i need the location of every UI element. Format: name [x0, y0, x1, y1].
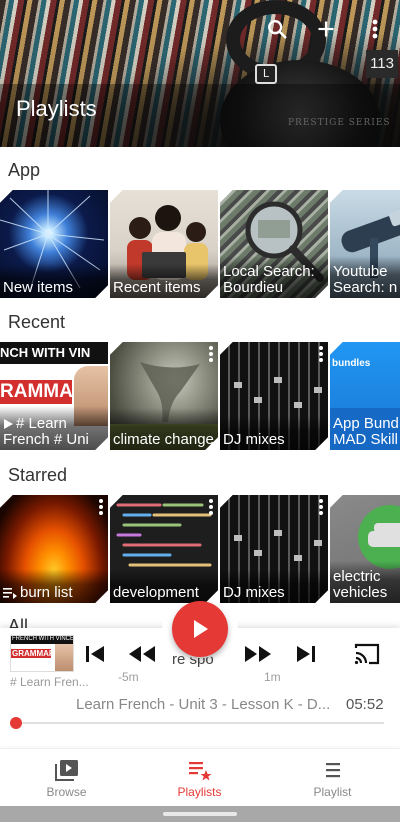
- tile-caption: Recent items: [113, 279, 201, 296]
- tile-caption: development: [113, 584, 199, 601]
- tile-caption: New items: [3, 279, 74, 296]
- header: PRESTIGE SERIES L Playlists 113: [0, 0, 400, 147]
- app-row: New items Recent items Local Search: Bou…: [0, 190, 400, 298]
- more-vert-icon: [372, 19, 378, 39]
- play-button[interactable]: [172, 601, 228, 657]
- thumb-grammar-word: GRAMMAR: [12, 649, 55, 658]
- search-button[interactable]: [262, 14, 292, 44]
- tile-caption: # Learn French # Uni: [3, 415, 89, 448]
- skip-previous-icon: [86, 646, 104, 662]
- nav-label: Browse: [46, 785, 87, 799]
- item-count-badge: 113: [366, 50, 398, 78]
- starred-row: burn list development DJ mixes electric …: [0, 495, 400, 603]
- play-icon: [194, 620, 208, 638]
- track-title: Learn French - Unit 3 - Lesson K - D...: [76, 696, 331, 713]
- forward-label: 1m: [264, 670, 281, 684]
- nav-label: Playlist: [313, 785, 352, 799]
- rewind-label: -5m: [118, 670, 139, 684]
- skip-next-button[interactable]: [293, 641, 319, 667]
- thumb-face: [55, 644, 73, 671]
- progress-knob[interactable]: [10, 717, 22, 729]
- fast-forward-button[interactable]: [243, 641, 273, 667]
- tile-recent-items[interactable]: Recent items: [110, 190, 218, 298]
- playlist-icon: [326, 763, 340, 778]
- tile-burn-list[interactable]: burn list: [0, 495, 108, 603]
- tile-caption: electric vehicles: [333, 568, 388, 601]
- tile-new-items[interactable]: New items: [0, 190, 108, 298]
- cast-icon: [354, 643, 380, 665]
- tile-dj-mixes[interactable]: DJ mixes: [220, 342, 328, 450]
- section-label-recent: Recent: [8, 312, 66, 332]
- progress-bar[interactable]: [10, 717, 384, 729]
- track-duration: 05:52: [346, 696, 384, 713]
- tile-learn-french[interactable]: NCH WITH VIN RAMMAR # Learn French # Uni: [0, 342, 108, 450]
- thumb-top-text: FRENCH WITH VINCENT: [12, 636, 74, 642]
- tile-caption: Local Search: Bourdieu: [223, 263, 315, 296]
- browse-icon: [55, 760, 78, 781]
- now-playing-thumbnail[interactable]: FRENCH WITH VINCENT GRAMMAR: [10, 635, 74, 672]
- tile-menu-button[interactable]: [318, 346, 324, 364]
- bundles-text: bundles: [332, 358, 371, 369]
- tile-caption: App Bund MAD Skill: [333, 415, 399, 448]
- add-playlist-button[interactable]: [311, 14, 341, 44]
- tile-electric-vehicles[interactable]: electric vehicles: [330, 495, 400, 603]
- system-gesture-bar: [0, 806, 400, 822]
- tile-menu-button[interactable]: [98, 499, 104, 517]
- headphone-tag: L: [255, 64, 277, 84]
- rewind-button[interactable]: [127, 641, 157, 667]
- grammar-top-text: NCH WITH VIN: [0, 345, 91, 360]
- tile-local-search[interactable]: Local Search: Bourdieu: [220, 190, 328, 298]
- tile-climate-change[interactable]: climate change: [110, 342, 218, 450]
- tile-app-bundles[interactable]: bundles App Bund MAD Skill: [330, 342, 400, 450]
- recent-row: NCH WITH VIN RAMMAR # Learn French # Uni…: [0, 342, 400, 450]
- add-icon: [318, 21, 334, 37]
- skip-previous-button[interactable]: [82, 641, 108, 667]
- bottom-navigation: Browse Playlists Playlist: [0, 748, 400, 806]
- nav-label: Playlists: [177, 785, 222, 799]
- gesture-handle[interactable]: [163, 812, 237, 816]
- fast-forward-icon: [245, 646, 271, 662]
- nav-playlist[interactable]: Playlist: [266, 749, 399, 807]
- page-title: Playlists: [16, 96, 97, 121]
- tile-caption: burn list: [3, 585, 106, 601]
- tile-menu-button[interactable]: [208, 346, 214, 364]
- search-icon: [268, 20, 287, 39]
- tile-caption: DJ mixes: [223, 584, 285, 601]
- cast-button[interactable]: [352, 640, 382, 668]
- rewind-icon: [129, 646, 155, 662]
- section-label-starred: Starred: [8, 465, 68, 485]
- tile-menu-button[interactable]: [318, 499, 324, 517]
- section-label-app: App: [8, 160, 41, 180]
- skip-next-icon: [297, 646, 315, 662]
- play-indicator-icon: [4, 419, 13, 430]
- tile-caption: DJ mixes: [223, 431, 285, 448]
- nav-browse[interactable]: Browse: [0, 749, 133, 807]
- tile-caption: climate change: [113, 431, 214, 448]
- tile-youtube-search[interactable]: Youtube Search: n: [330, 190, 400, 298]
- tile-dj-mixes-starred[interactable]: DJ mixes: [220, 495, 328, 603]
- overflow-menu-button[interactable]: [360, 14, 390, 44]
- now-playing-short-title: # Learn Fren...: [10, 675, 89, 689]
- playlist-indicator-icon: [3, 588, 17, 600]
- tile-development[interactable]: development: [110, 495, 218, 603]
- tile-menu-button[interactable]: [208, 499, 214, 517]
- tile-caption: Youtube Search: n: [333, 263, 398, 296]
- nav-playlists[interactable]: Playlists: [133, 749, 266, 807]
- playlists-icon: [189, 762, 212, 781]
